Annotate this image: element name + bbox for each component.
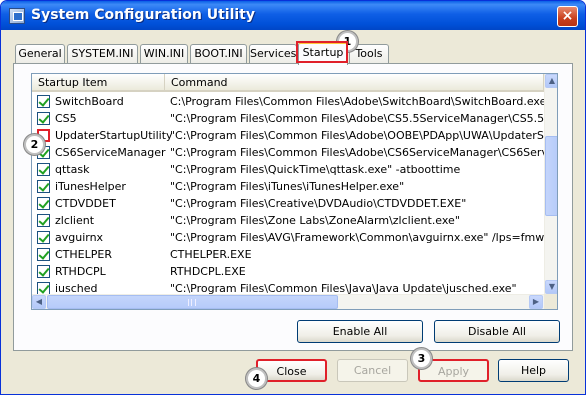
disable-all-button[interactable]: Disable All bbox=[434, 320, 560, 343]
scroll-up-arrow-icon[interactable]: ▲ bbox=[545, 74, 557, 88]
startup-command: "C:\Program Files\Common Files\Adobe\CS6… bbox=[170, 146, 544, 159]
startup-list[interactable]: Startup Item Command SwitchBoard C:\Prog… bbox=[31, 73, 558, 310]
startup-item-name: CTHELPER bbox=[55, 248, 112, 261]
startup-item-name: RTHDCPL bbox=[55, 265, 106, 278]
startup-command: "C:\Program Files\iTunes\iTunesHelper.ex… bbox=[170, 180, 405, 193]
startup-checkbox[interactable] bbox=[37, 231, 50, 244]
tab-system-ini[interactable]: SYSTEM.INI bbox=[67, 44, 138, 64]
table-row[interactable]: UpdaterStartupUtility "C:\Program Files\… bbox=[32, 127, 544, 144]
startup-item-name: iusched bbox=[55, 282, 98, 294]
table-row[interactable]: iusched "C:\Program Files\Common Files\J… bbox=[32, 280, 544, 294]
startup-item-name: CS6ServiceManager bbox=[55, 146, 166, 159]
startup-item-name: CTDVDDET bbox=[55, 197, 116, 210]
scroll-left-arrow-icon[interactable]: ◀ bbox=[32, 295, 46, 309]
column-header-startup-item[interactable]: Startup Item bbox=[32, 74, 165, 92]
startup-checkbox[interactable] bbox=[37, 163, 50, 176]
table-row[interactable]: zlclient "C:\Program Files\Zone Labs\Zon… bbox=[32, 212, 544, 229]
table-row[interactable]: SwitchBoard C:\Program Files\Common File… bbox=[32, 93, 544, 110]
callout-badge-4: 4 bbox=[246, 368, 267, 389]
tab-boot-ini[interactable]: BOOT.INI bbox=[190, 44, 247, 64]
table-row[interactable]: qttask "C:\Program Files\QuickTime\qttas… bbox=[32, 161, 544, 178]
startup-checkbox[interactable] bbox=[37, 112, 50, 125]
startup-item-name: SwitchBoard bbox=[55, 95, 124, 108]
title-bar[interactable]: System Configuration Utility × bbox=[1, 1, 585, 30]
scrollbar-corner bbox=[544, 294, 557, 309]
startup-item-name: qttask bbox=[55, 163, 90, 176]
scroll-right-arrow-icon[interactable]: ▶ bbox=[529, 295, 543, 309]
tab-startup[interactable]: Startup bbox=[298, 42, 348, 65]
startup-command: CTHELPER.EXE bbox=[170, 248, 252, 261]
callout-badge-3: 3 bbox=[411, 348, 432, 369]
startup-checkbox[interactable] bbox=[37, 282, 50, 294]
tab-win-ini[interactable]: WIN.INI bbox=[140, 44, 188, 64]
horizontal-scroll-thumb[interactable] bbox=[47, 295, 338, 309]
horizontal-scrollbar[interactable]: ◀ ▶ bbox=[32, 294, 544, 309]
help-button[interactable]: Help bbox=[498, 359, 569, 382]
vertical-scrollbar[interactable]: ▲ ▼ bbox=[544, 74, 557, 294]
tab-general[interactable]: General bbox=[15, 44, 65, 64]
window-title: System Configuration Utility bbox=[31, 7, 255, 23]
column-header-command[interactable]: Command bbox=[165, 74, 544, 92]
cancel-button[interactable]: Cancel bbox=[337, 359, 408, 382]
startup-command: "C:\Program Files\Common Files\Java\Java… bbox=[170, 282, 517, 294]
startup-item-name: avguirnx bbox=[55, 231, 104, 244]
callout-badge-2: 2 bbox=[24, 134, 45, 155]
close-window-button[interactable]: × bbox=[557, 6, 578, 27]
startup-command: "C:\Program Files\Zone Labs\ZoneAlarm\zl… bbox=[170, 214, 460, 227]
table-row[interactable]: CS5 "C:\Program Files\Common Files\Adobe… bbox=[32, 110, 544, 127]
enable-all-button[interactable]: Enable All bbox=[297, 320, 423, 343]
startup-item-name: UpdaterStartupUtility bbox=[55, 129, 173, 142]
scroll-down-arrow-icon[interactable]: ▼ bbox=[545, 280, 557, 294]
table-row[interactable]: CS6ServiceManager "C:\Program Files\Comm… bbox=[32, 144, 544, 161]
startup-command: "C:\Program Files\QuickTime\qttask.exe" … bbox=[170, 163, 461, 176]
startup-command: "C:\Program Files\Creative\DVDAudio\CTDV… bbox=[170, 197, 467, 210]
startup-item-name: iTunesHelper bbox=[55, 180, 126, 193]
startup-checkbox[interactable] bbox=[37, 180, 50, 193]
system-configuration-window: System Configuration Utility × General S… bbox=[0, 0, 586, 395]
table-row[interactable]: iTunesHelper "C:\Program Files\iTunes\iT… bbox=[32, 178, 544, 195]
list-header: Startup Item Command bbox=[32, 74, 544, 92]
startup-checkbox[interactable] bbox=[37, 248, 50, 261]
startup-command: RTHDCPL.EXE bbox=[170, 265, 246, 278]
scroll-grip-icon bbox=[188, 299, 196, 306]
startup-command: "C:\Program Files\Common Files\Adobe\OOB… bbox=[170, 129, 544, 142]
startup-checkbox[interactable] bbox=[37, 214, 50, 227]
table-row[interactable]: avguirnx "C:\Program Files\AVG\Framework… bbox=[32, 229, 544, 246]
startup-command: "C:\Program Files\AVG\Framework\Common\a… bbox=[170, 231, 544, 244]
table-row[interactable]: CTDVDDET "C:\Program Files\Creative\DVDA… bbox=[32, 195, 544, 212]
startup-checkbox[interactable] bbox=[37, 265, 50, 278]
startup-command: "C:\Program Files\Common Files\Adobe\CS5… bbox=[170, 112, 544, 125]
table-row[interactable]: RTHDCPL RTHDCPL.EXE bbox=[32, 263, 544, 280]
startup-checkbox[interactable] bbox=[37, 95, 50, 108]
startup-item-name: zlclient bbox=[55, 214, 95, 227]
app-icon bbox=[9, 8, 25, 24]
vertical-scroll-thumb[interactable] bbox=[545, 136, 557, 216]
startup-checkbox[interactable] bbox=[37, 197, 50, 210]
list-rows: SwitchBoard C:\Program Files\Common File… bbox=[32, 93, 544, 294]
tab-services[interactable]: Services bbox=[249, 44, 297, 64]
table-row[interactable]: CTHELPER CTHELPER.EXE bbox=[32, 246, 544, 263]
startup-item-name: CS5 bbox=[55, 112, 77, 125]
startup-command: C:\Program Files\Common Files\Adobe\Swit… bbox=[170, 95, 544, 108]
